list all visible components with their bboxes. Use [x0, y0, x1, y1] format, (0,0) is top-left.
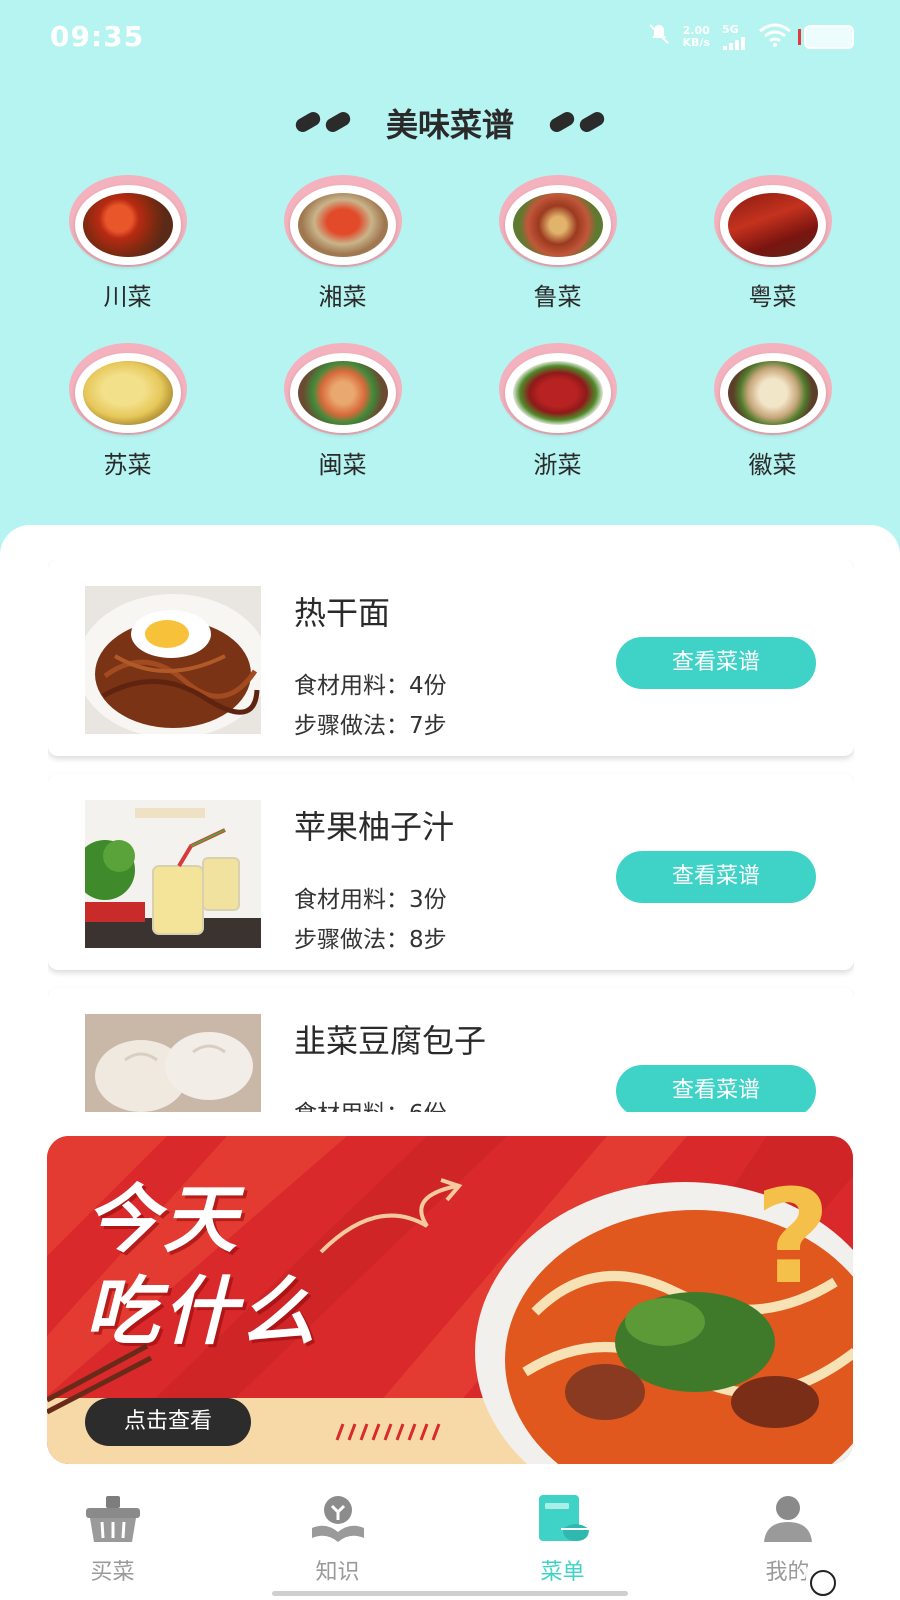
- cuisine-name: 川菜: [103, 283, 152, 311]
- cuisine-item-su[interactable]: 苏菜: [20, 343, 235, 493]
- arrow-icon: [319, 1178, 463, 1254]
- recipe-ingredients: 食材用料：3份: [294, 887, 447, 913]
- user-icon: [756, 1490, 820, 1548]
- noodle-bowl-image: ?: [475, 1172, 853, 1464]
- recipe-name: 韭菜豆腐包子: [294, 1022, 487, 1060]
- nav-item-menu[interactable]: 菜单: [450, 1490, 675, 1600]
- recipe-card[interactable]: 韭菜豆腐包子 食材用料：6份 查看菜谱: [48, 988, 854, 1112]
- basket-icon: [81, 1490, 145, 1548]
- stripe-decoration: [335, 1423, 441, 1441]
- menu-book-icon: [531, 1490, 595, 1548]
- quote-decoration-right-icon: [547, 108, 607, 135]
- status-bar: 09:35 2.00 KB/s 5G: [0, 0, 900, 72]
- banner-view-button[interactable]: 点击查看: [85, 1398, 251, 1446]
- recipe-ingredients: 食材用料：4份: [294, 673, 447, 699]
- nav-item-knowledge[interactable]: 知识: [225, 1490, 450, 1600]
- nav-label: 买菜: [90, 1560, 135, 1585]
- panda-logo-icon: [810, 1570, 836, 1596]
- nav-label: 我的: [765, 1560, 810, 1585]
- cuisine-dish-image: [713, 175, 832, 267]
- cuisine-dish-image: [283, 175, 402, 267]
- recipe-steps: 步骤做法：8步: [294, 927, 447, 953]
- recipe-name: 苹果柚子汁: [294, 808, 455, 846]
- cuisine-name: 湘菜: [318, 283, 367, 311]
- cuisine-item-xiang[interactable]: 湘菜: [235, 175, 450, 343]
- recipe-thumbnail: [85, 1014, 261, 1112]
- view-recipe-button[interactable]: 查看菜谱: [616, 851, 816, 903]
- recipe-card[interactable]: 苹果柚子汁 食材用料：3份 步骤做法：8步 查看菜谱: [48, 774, 854, 970]
- status-icons: 2.00 KB/s 5G: [647, 22, 854, 51]
- cuisine-dish-image: [68, 175, 187, 267]
- cuisine-item-yue[interactable]: 粤菜: [665, 175, 880, 343]
- mute-bell-icon: [647, 22, 671, 51]
- cuisine-item-lu[interactable]: 鲁菜: [450, 175, 665, 343]
- signal: 5G: [722, 22, 746, 50]
- view-recipe-button[interactable]: 查看菜谱: [616, 1065, 816, 1112]
- cuisine-name: 粤菜: [748, 283, 797, 311]
- watermark-logo: [806, 1566, 900, 1600]
- home-indicator[interactable]: [272, 1591, 628, 1596]
- recipe-thumbnail: [85, 586, 261, 734]
- section-title: 美味菜谱: [385, 106, 514, 144]
- svg-text:?: ?: [755, 1172, 830, 1313]
- cuisine-grid: 川菜 湘菜 鲁菜 粤菜 苏菜 闽菜 浙菜 徽菜: [20, 175, 880, 495]
- section-header: 美味菜谱: [0, 100, 900, 146]
- recipe-card[interactable]: 热干面 食材用料：4份 步骤做法：7步 查看菜谱: [48, 560, 854, 756]
- nav-label: 知识: [315, 1560, 360, 1585]
- net-speed: 2.00 KB/s: [682, 23, 710, 49]
- bottom-nav: 买菜 知识 菜单 我的: [0, 1490, 900, 1600]
- quote-decoration-left-icon: [293, 108, 353, 135]
- cuisine-name: 苏菜: [103, 451, 152, 479]
- recipe-list[interactable]: 热干面 食材用料：4份 步骤做法：7步 查看菜谱 苹果柚子汁 食材用料：3份 步…: [48, 560, 854, 1112]
- nav-item-buy[interactable]: 买菜: [0, 1490, 225, 1600]
- cuisine-dish-image: [68, 343, 187, 435]
- status-time: 09:35: [50, 20, 145, 53]
- wifi-icon: [758, 23, 792, 51]
- view-recipe-button[interactable]: 查看菜谱: [616, 637, 816, 689]
- net-speed-unit: KB/s: [682, 35, 710, 49]
- battery-icon: [798, 24, 854, 49]
- cuisine-item-chuan[interactable]: 川菜: [20, 175, 235, 343]
- network-type: 5G: [722, 22, 739, 36]
- cuisine-dish-image: [713, 343, 832, 435]
- recipe-name: 热干面: [294, 594, 391, 632]
- net-speed-value: 2.00: [682, 23, 710, 37]
- promo-banner[interactable]: 今天 吃什么 点击查看 ?: [47, 1136, 853, 1464]
- recipe-ingredients: 食材用料：6份: [294, 1094, 447, 1112]
- cuisine-item-zhe[interactable]: 浙菜: [450, 343, 665, 493]
- cuisine-name: 徽菜: [748, 451, 797, 479]
- recipe-thumbnail: [85, 800, 261, 948]
- cuisine-item-hui[interactable]: 徽菜: [665, 343, 880, 493]
- signal-bars-icon: [723, 36, 745, 50]
- cuisine-name: 鲁菜: [533, 283, 582, 311]
- cuisine-name: 闽菜: [318, 451, 367, 479]
- cuisine-item-min[interactable]: 闽菜: [235, 343, 450, 493]
- cuisine-dish-image: [283, 343, 402, 435]
- recipe-steps: 步骤做法：7步: [294, 713, 447, 739]
- cuisine-name: 浙菜: [533, 451, 582, 479]
- knowledge-book-icon: [306, 1490, 370, 1548]
- cuisine-dish-image: [498, 175, 617, 267]
- nav-label: 菜单: [540, 1560, 585, 1585]
- cuisine-dish-image: [498, 343, 617, 435]
